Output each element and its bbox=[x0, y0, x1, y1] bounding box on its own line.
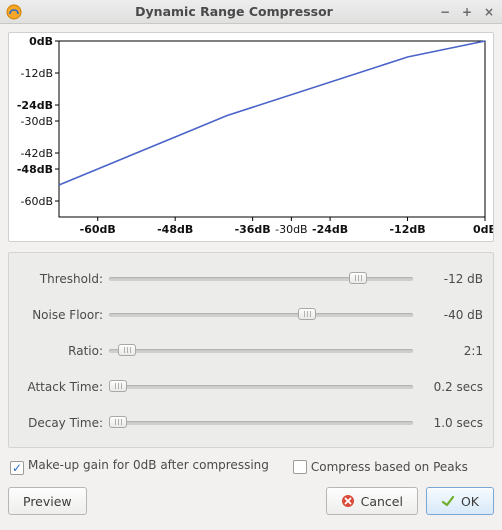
slider-value: 2:1 bbox=[413, 344, 483, 358]
cancel-button[interactable]: Cancel bbox=[326, 487, 418, 515]
slider-value: -12 dB bbox=[413, 272, 483, 286]
slider[interactable] bbox=[109, 305, 413, 325]
sliders-panel: Threshold: -12 dB Noise Floor: -40 dB Ratio:… bbox=[8, 252, 494, 448]
slider-label: Ratio: bbox=[19, 344, 109, 358]
ok-icon bbox=[441, 494, 455, 508]
svg-text:-48dB: -48dB bbox=[157, 223, 193, 236]
svg-text:-24dB: -24dB bbox=[312, 223, 348, 236]
minimize-icon[interactable]: − bbox=[438, 5, 452, 19]
slider-row: Noise Floor: -40 dB bbox=[19, 297, 483, 333]
ok-label: OK bbox=[461, 494, 479, 509]
peaks-checkbox[interactable]: Compress based on Peaks bbox=[293, 460, 468, 474]
svg-text:0dB: 0dB bbox=[29, 35, 53, 48]
checkbox-row: Make-up gain for 0dB after compressing C… bbox=[8, 458, 494, 475]
makeup-gain-checkbox[interactable]: Make-up gain for 0dB after compressing bbox=[10, 458, 269, 475]
maximize-icon[interactable]: + bbox=[460, 5, 474, 19]
peaks-label: Compress based on Peaks bbox=[311, 460, 468, 474]
slider-value: 1.0 secs bbox=[413, 416, 483, 430]
slider-value: 0.2 secs bbox=[413, 380, 483, 394]
slider-row: Attack Time: 0.2 secs bbox=[19, 369, 483, 405]
cancel-icon bbox=[341, 494, 355, 508]
svg-text:-36dB: -36dB bbox=[235, 223, 271, 236]
preview-label: Preview bbox=[23, 494, 72, 509]
makeup-gain-label: Make-up gain for 0dB after compressing bbox=[28, 458, 269, 472]
slider[interactable] bbox=[109, 377, 413, 397]
app-icon bbox=[6, 4, 22, 20]
svg-text:-12dB: -12dB bbox=[21, 67, 54, 80]
svg-text:-48dB: -48dB bbox=[17, 163, 53, 176]
svg-text:-60dB: -60dB bbox=[21, 195, 54, 208]
svg-text:-42dB: -42dB bbox=[21, 147, 54, 160]
svg-text:0dB: 0dB bbox=[473, 223, 493, 236]
slider-label: Decay Time: bbox=[19, 416, 109, 430]
slider-value: -40 dB bbox=[413, 308, 483, 322]
svg-text:-30dB: -30dB bbox=[21, 115, 54, 128]
ok-button[interactable]: OK bbox=[426, 487, 494, 515]
slider-row: Threshold: -12 dB bbox=[19, 261, 483, 297]
slider-row: Ratio: 2:1 bbox=[19, 333, 483, 369]
cancel-label: Cancel bbox=[361, 494, 403, 509]
slider-label: Noise Floor: bbox=[19, 308, 109, 322]
slider[interactable] bbox=[109, 341, 413, 361]
slider-label: Threshold: bbox=[19, 272, 109, 286]
slider[interactable] bbox=[109, 413, 413, 433]
svg-text:-24dB: -24dB bbox=[17, 99, 53, 112]
titlebar: Dynamic Range Compressor − + × bbox=[0, 0, 502, 24]
plot-panel: -60dB -48dB -36dB -30dB -24dB -12dB 0dB 0dB -12d… bbox=[8, 32, 494, 242]
close-icon[interactable]: × bbox=[482, 5, 496, 19]
svg-text:-30dB: -30dB bbox=[275, 223, 308, 236]
button-row: Preview Cancel OK bbox=[8, 487, 494, 515]
slider-row: Decay Time: 1.0 secs bbox=[19, 405, 483, 441]
preview-button[interactable]: Preview bbox=[8, 487, 87, 515]
slider[interactable] bbox=[109, 269, 413, 289]
svg-text:-12dB: -12dB bbox=[389, 223, 425, 236]
window-title: Dynamic Range Compressor bbox=[30, 4, 438, 19]
svg-text:-60dB: -60dB bbox=[80, 223, 116, 236]
slider-label: Attack Time: bbox=[19, 380, 109, 394]
